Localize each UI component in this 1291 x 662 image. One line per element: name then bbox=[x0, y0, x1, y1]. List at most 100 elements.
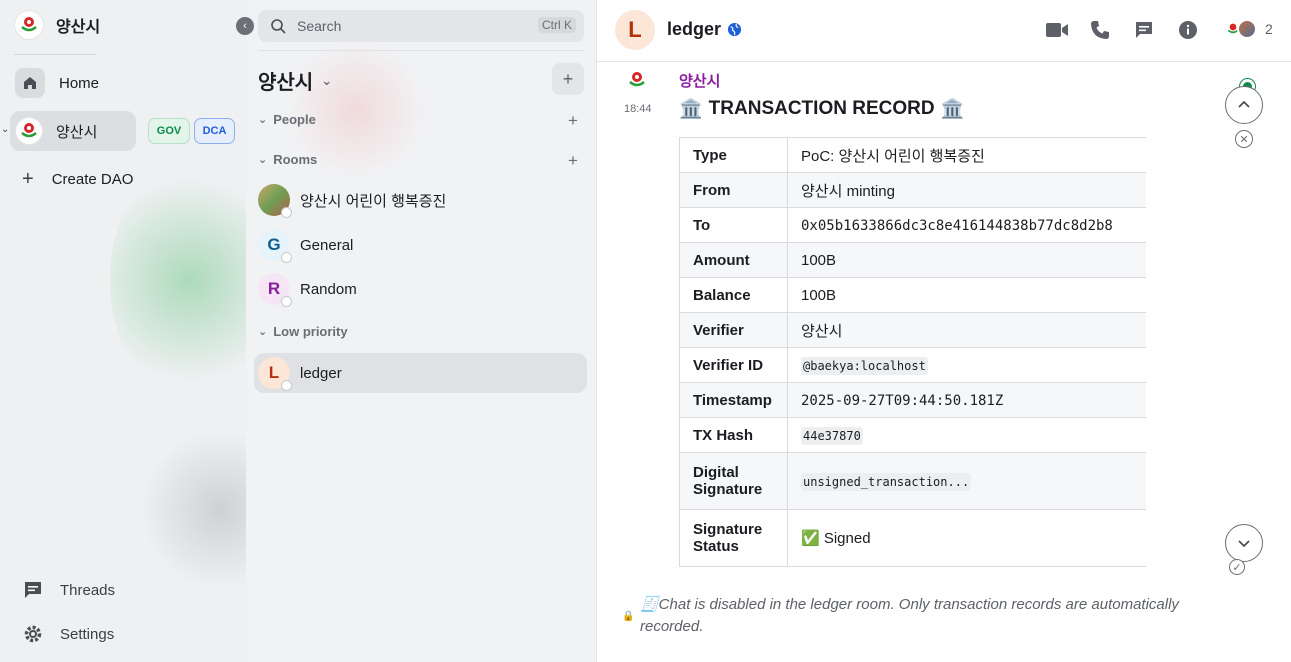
nav-space-label: 양산시 bbox=[56, 123, 98, 141]
create-dao-label: Create DAO bbox=[51, 170, 134, 188]
chevron-down-icon: ⌄ bbox=[321, 72, 333, 88]
video-call-icon[interactable] bbox=[1045, 18, 1069, 42]
message-timestamp: 18:44 bbox=[624, 103, 652, 115]
transaction-field-key: Signature Status bbox=[679, 509, 788, 567]
home-icon bbox=[15, 68, 45, 98]
transaction-field-value: PoC: 양산시 어린이 행복증진 bbox=[787, 137, 1146, 173]
add-people-button[interactable]: + bbox=[568, 111, 578, 131]
room-header-name[interactable]: ledger bbox=[667, 19, 721, 40]
add-room-in-section-button[interactable]: + bbox=[568, 151, 578, 171]
space-header[interactable]: 양산시 bbox=[14, 10, 100, 40]
transaction-field-value: 양산시 minting bbox=[787, 172, 1146, 208]
room-status-dot bbox=[281, 252, 292, 263]
room-item-ledger[interactable]: L ledger bbox=[254, 353, 587, 393]
dca-badge[interactable]: DCA bbox=[194, 118, 235, 144]
section-rooms-label: Rooms bbox=[273, 152, 318, 167]
chevron-down-icon[interactable]: ⌄ bbox=[1, 124, 9, 135]
bank-icon: 🏛️ bbox=[679, 99, 703, 120]
room-item[interactable]: 양산시 어린이 행복증진 bbox=[254, 180, 587, 220]
room-status-dot bbox=[281, 380, 292, 391]
transaction-row: Amount 100B bbox=[679, 242, 1146, 278]
member-avatar bbox=[1237, 19, 1257, 39]
threads-icon bbox=[22, 579, 44, 601]
room-initial: R bbox=[267, 279, 281, 298]
transaction-field-key: Type bbox=[679, 137, 788, 173]
transaction-field-key: Digital Signature bbox=[679, 452, 788, 510]
room-initial: G bbox=[267, 235, 281, 254]
room-avatar: R bbox=[258, 273, 292, 307]
room-avatar bbox=[258, 184, 292, 218]
transaction-field-value: 양산시 bbox=[787, 312, 1146, 348]
room-name: ledger bbox=[300, 364, 342, 382]
text-value: PoC: 양산시 어린이 행복증진 bbox=[801, 147, 985, 165]
message-title: 🏛️ TRANSACTION RECORD 🏛️ bbox=[679, 97, 964, 121]
globe-icon bbox=[727, 22, 742, 37]
create-dao-button[interactable]: + Create DAO bbox=[22, 160, 133, 198]
settings-button[interactable]: Settings bbox=[22, 623, 114, 645]
plus-icon: + bbox=[562, 68, 574, 89]
transaction-field-value: 2025-09-27T09:44:50.181Z bbox=[787, 382, 1146, 418]
section-rooms[interactable]: ⌄ Rooms bbox=[258, 152, 317, 167]
room-list-title: 양산시 bbox=[258, 72, 314, 94]
transaction-row: Type PoC: 양산시 어린이 행복증진 bbox=[679, 137, 1146, 173]
transaction-field-value: 100B bbox=[787, 277, 1146, 313]
background-blur bbox=[140, 430, 246, 590]
message-sender[interactable]: 양산시 bbox=[679, 70, 720, 91]
jump-to-bottom-button[interactable] bbox=[1225, 524, 1263, 562]
text-value: 양산시 bbox=[801, 322, 843, 340]
add-room-button[interactable]: + bbox=[552, 63, 584, 95]
space-logo bbox=[15, 117, 43, 145]
chevron-down-icon: ⌄ bbox=[258, 326, 268, 338]
nav-home[interactable]: Home bbox=[10, 64, 99, 102]
collapse-sidebar-button[interactable]: ‹ bbox=[236, 17, 254, 35]
info-icon[interactable] bbox=[1176, 18, 1200, 42]
threads-icon[interactable] bbox=[1132, 18, 1156, 42]
transaction-field-key: Balance bbox=[679, 277, 788, 313]
transaction-row: Balance 100B bbox=[679, 277, 1146, 313]
room-item[interactable]: R Random bbox=[254, 269, 587, 309]
transaction-field-value: 44e37870 bbox=[787, 417, 1146, 453]
text-value: ✅ Signed bbox=[801, 530, 871, 547]
search-shortcut: Ctrl K bbox=[538, 17, 576, 33]
text-value: 100B bbox=[801, 286, 837, 304]
space-name: 양산시 bbox=[56, 19, 101, 36]
settings-label: Settings bbox=[60, 625, 115, 643]
section-low-priority[interactable]: ⌄ Low priority bbox=[258, 324, 348, 339]
chat-main: L ledger 2 양산시 18:44 🏛️ TRANSACTION RECO… bbox=[596, 0, 1291, 662]
gov-badge[interactable]: GOV bbox=[148, 118, 190, 144]
transaction-field-value: 100B bbox=[787, 242, 1146, 278]
transaction-row: To 0x05b1633866dc3c8e416144838b77dc8d2b8 bbox=[679, 207, 1146, 243]
code-value: @baekya:localhost bbox=[801, 356, 928, 375]
transaction-field-value: ✅ Signed bbox=[787, 509, 1146, 567]
transaction-field-key: From bbox=[679, 172, 788, 208]
threads-label: Threads bbox=[60, 581, 116, 599]
section-people[interactable]: ⌄ People bbox=[258, 112, 316, 127]
room-avatar: L bbox=[258, 357, 292, 391]
close-icon[interactable]: ✕ bbox=[1235, 130, 1253, 148]
transaction-row: From 양산시 minting bbox=[679, 172, 1146, 208]
sender-avatar[interactable] bbox=[625, 69, 649, 93]
space-menu-title[interactable]: 양산시 ⌄ bbox=[258, 66, 332, 95]
voice-call-icon[interactable] bbox=[1088, 18, 1112, 42]
scroll-down-icon bbox=[1238, 540, 1250, 548]
transaction-row: Timestamp 2025-09-27T09:44:50.181Z bbox=[679, 382, 1146, 418]
transaction-row: Signature Status ✅ Signed bbox=[679, 509, 1146, 567]
nav-space-yangsan[interactable]: 양산시 bbox=[10, 111, 136, 151]
chevron-down-icon: ⌄ bbox=[258, 114, 268, 126]
room-status-dot bbox=[281, 296, 292, 307]
code-value: unsigned_transaction... bbox=[801, 472, 972, 491]
check-icon: ✓ bbox=[1229, 559, 1245, 575]
threads-button[interactable]: Threads bbox=[22, 579, 115, 601]
room-header: L ledger 2 bbox=[597, 0, 1291, 62]
room-item[interactable]: G General bbox=[254, 225, 587, 265]
lock-icon: 🔒 bbox=[622, 611, 635, 622]
divider bbox=[258, 50, 584, 51]
search-input[interactable]: Search Ctrl K bbox=[258, 10, 584, 42]
transaction-table: Type PoC: 양산시 어린이 행복증진 From 양산시 minting To 0x… bbox=[679, 137, 1146, 567]
jump-to-top-button[interactable] bbox=[1225, 86, 1263, 124]
member-count[interactable]: 2 bbox=[1265, 21, 1273, 37]
chat-disabled-note: 🧾Chat is disabled in the ledger room. On… bbox=[640, 596, 1179, 635]
room-header-avatar[interactable]: L bbox=[615, 10, 655, 50]
transaction-field-value: 0x05b1633866dc3c8e416144838b77dc8d2b8 bbox=[787, 207, 1146, 243]
bank-icon: 🏛️ bbox=[940, 99, 965, 120]
